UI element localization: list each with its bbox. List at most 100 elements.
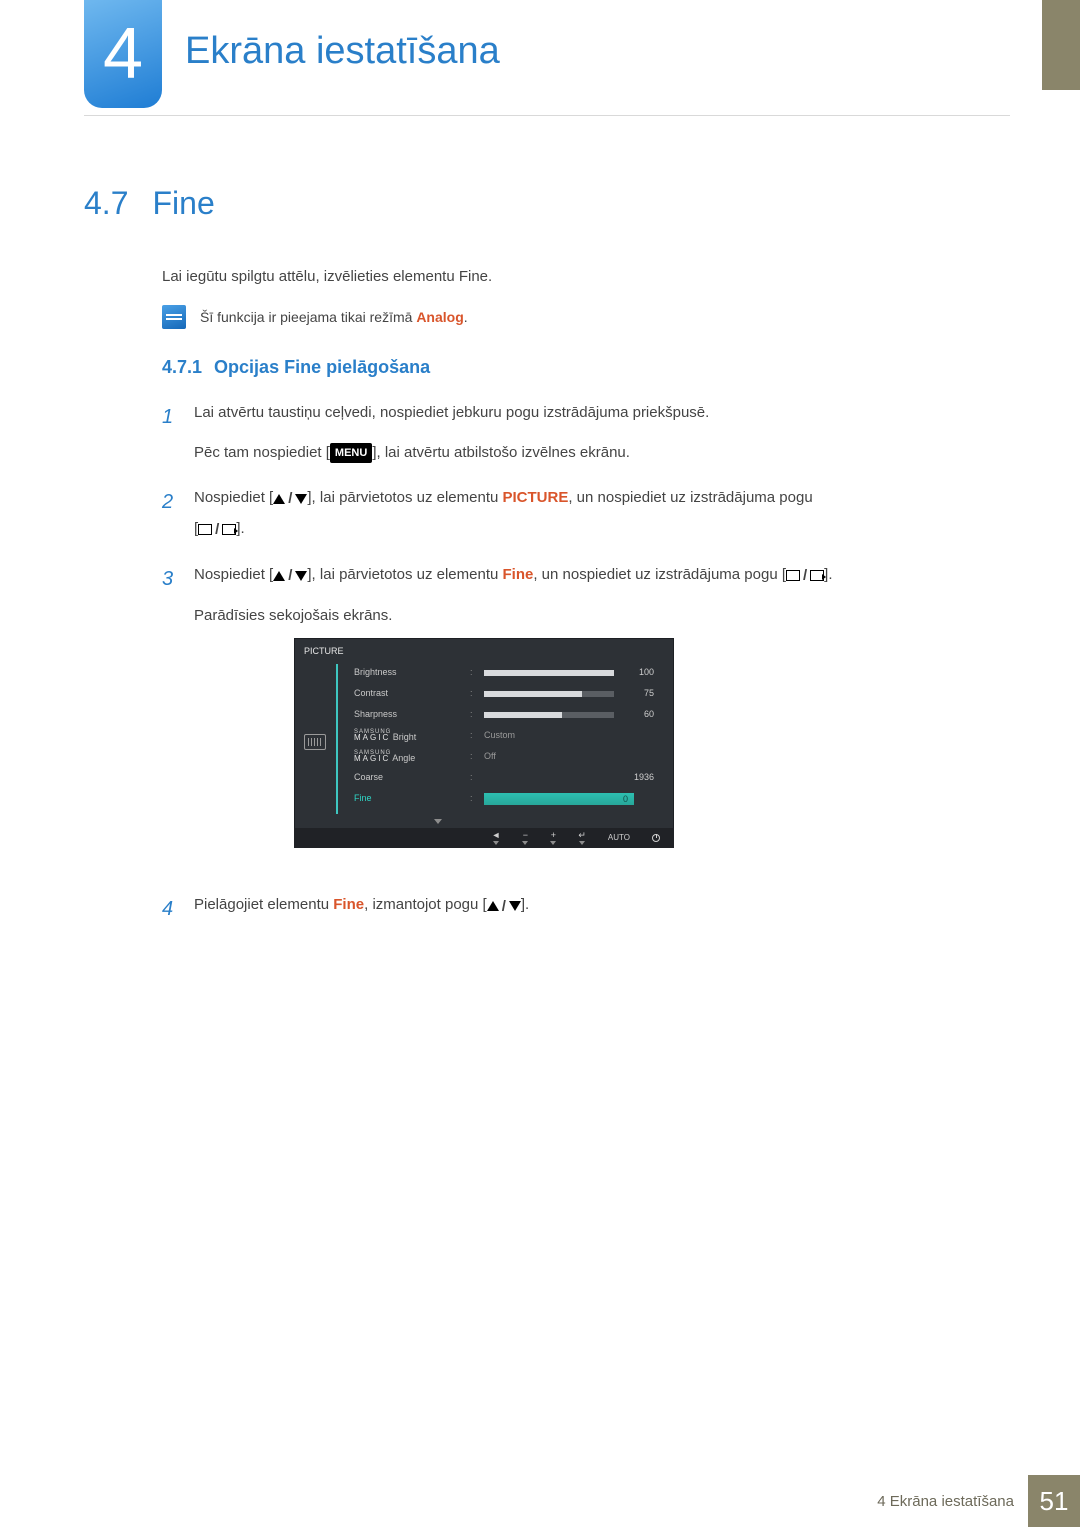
scroll-down-icon — [434, 819, 442, 824]
intro-text: Lai iegūtu spilgtu attēlu, izvēlieties e… — [162, 268, 1010, 285]
side-strip — [1042, 0, 1080, 90]
triangle-down-icon — [509, 901, 521, 911]
step-number: 2 — [162, 485, 180, 542]
footer-text: 4 Ekrāna iestatīšana — [877, 1475, 1028, 1527]
steps: 1 Lai atvērtu taustiņu ceļvedi, nospiedi… — [162, 400, 1010, 926]
chapter-number: 4 — [103, 13, 143, 95]
note-suffix: . — [464, 309, 468, 325]
step-number: 1 — [162, 400, 180, 465]
osd-value: 100 — [622, 665, 654, 680]
osd-accent — [336, 664, 338, 814]
osd-plus-icon: + — [550, 831, 556, 845]
osd-row-magicbright: SAMSUNG MAGIC Bright : Custom — [354, 725, 662, 746]
osd-category-icon — [304, 734, 326, 750]
step-3: 3 Nospiediet [/], lai pārvietotos uz ele… — [162, 562, 1010, 872]
rect-icon — [198, 524, 212, 535]
osd-minus-icon: − — [522, 831, 528, 845]
osd-label: Brightness — [354, 665, 462, 680]
osd-fine-value: 0 — [623, 793, 628, 805]
osd-value: Off — [484, 749, 614, 764]
step-body: Nospiediet [/], lai pārvietotos uz eleme… — [194, 562, 833, 872]
section-heading: 4.7 Fine — [84, 185, 1010, 222]
osd-power-icon — [652, 834, 660, 842]
kw-fine: Fine — [503, 566, 534, 583]
osd-screenshot: PICTURE Brightness : 100 Contrast : — [294, 638, 674, 848]
triangle-down-icon — [295, 571, 307, 581]
triangle-down-icon — [295, 494, 307, 504]
section-number: 4.7 — [84, 185, 128, 221]
kw-picture: PICTURE — [503, 489, 569, 506]
step-2: 2 Nospiediet [/], lai pārvietotos uz ele… — [162, 485, 1010, 542]
t: Nospiediet [ — [194, 566, 273, 583]
osd-row-coarse: Coarse : 1936 — [354, 767, 662, 788]
kw-fine: Fine — [333, 896, 364, 913]
osd-row-fine: Fine : 0 — [354, 788, 662, 809]
note: Šī funkcija ir pieejama tikai režīmā Ana… — [162, 305, 1010, 329]
chapter-tab: 4 — [84, 0, 162, 108]
up-down-icon: / — [487, 894, 521, 920]
osd-label: Contrast — [354, 686, 462, 701]
osd-footer: ◄ − + ↵ AUTO — [294, 828, 674, 848]
osd-bar — [484, 670, 614, 676]
t: , un nospiediet uz izstrādājuma pogu — [568, 489, 812, 506]
osd-value: 75 — [622, 686, 654, 701]
note-icon — [162, 305, 186, 329]
subsection-heading: 4.7.1 Opcijas Fine pielāgošana — [162, 357, 1010, 378]
step-body: Pielāgojiet elementu Fine, izmantojot po… — [194, 892, 529, 926]
osd-row-brightness: Brightness : 100 — [354, 662, 662, 683]
source-enter-icon: / — [198, 517, 236, 543]
osd-label: Sharpness — [354, 707, 462, 722]
t: ], lai atvērtu atbilstošo izvēlnes ekrān… — [372, 444, 630, 461]
divider — [84, 115, 1010, 116]
step-body: Lai atvērtu taustiņu ceļvedi, nospiediet… — [194, 400, 709, 465]
step3-line2: Parādīsies sekojošais ekrāns. — [194, 603, 833, 629]
up-down-icon: / — [273, 486, 307, 512]
rect-icon — [786, 570, 800, 581]
triangle-up-icon — [273, 571, 285, 581]
osd-enter-icon: ↵ — [578, 831, 586, 845]
osd-label: SAMSUNG MAGIC Angle — [354, 751, 462, 763]
osd-auto-label: AUTO — [608, 831, 630, 845]
osd-rows: Brightness : 100 Contrast : 75 Sha — [354, 662, 662, 809]
step-number: 3 — [162, 562, 180, 872]
osd-row-contrast: Contrast : 75 — [354, 683, 662, 704]
t: , izmantojot pogu [ — [364, 896, 487, 913]
t: Pielāgojiet elementu — [194, 896, 333, 913]
enter-icon — [810, 570, 824, 581]
up-down-icon: / — [273, 563, 307, 589]
t: Pēc tam nospiediet [ — [194, 444, 330, 461]
osd-label: SAMSUNG MAGIC Bright — [354, 730, 462, 742]
page-footer: 4 Ekrāna iestatīšana 51 — [0, 1475, 1080, 1527]
osd-title: PICTURE — [304, 644, 344, 659]
t: ]. — [521, 896, 529, 913]
note-prefix: Šī funkcija ir pieejama tikai režīmā — [200, 309, 416, 325]
step1-line1: Lai atvērtu taustiņu ceļvedi, nospiediet… — [194, 400, 709, 426]
t: Nospiediet [ — [194, 489, 273, 506]
osd-value-num: 1936 — [622, 770, 654, 785]
osd-row-sharpness: Sharpness : 60 — [354, 704, 662, 725]
osd-back-icon: ◄ — [491, 831, 500, 845]
triangle-up-icon — [487, 901, 499, 911]
osd-row-magicangle: SAMSUNG MAGIC Angle : Off — [354, 746, 662, 767]
source-enter-icon: / — [786, 563, 824, 589]
t: ], lai pārvietotos uz elementu — [307, 566, 502, 583]
osd-bar — [484, 712, 614, 718]
section-title: Fine — [152, 185, 214, 221]
t: , un nospiediet uz izstrādājuma pogu [ — [533, 566, 786, 583]
step-body: Nospiediet [/], lai pārvietotos uz eleme… — [194, 485, 813, 542]
chapter-title: Ekrāna iestatīšana — [185, 30, 500, 73]
osd-value: 60 — [622, 707, 654, 722]
step-4: 4 Pielāgojiet elementu Fine, izmantojot … — [162, 892, 1010, 926]
menu-badge: MENU — [330, 443, 372, 464]
subsection-number: 4.7.1 — [162, 357, 202, 377]
triangle-up-icon — [273, 494, 285, 504]
subsection-title: Opcijas Fine pielāgošana — [214, 357, 430, 377]
osd-bar — [484, 691, 614, 697]
note-keyword: Analog — [416, 309, 463, 325]
osd-fine-bar: 0 — [484, 793, 634, 805]
step2-line2: [/]. — [194, 516, 813, 542]
page-number: 51 — [1028, 1475, 1080, 1527]
osd-label: Coarse — [354, 770, 462, 785]
content: 4.7 Fine Lai iegūtu spilgtu attēlu, izvēl… — [84, 185, 1010, 946]
osd-value: Custom — [484, 728, 614, 743]
